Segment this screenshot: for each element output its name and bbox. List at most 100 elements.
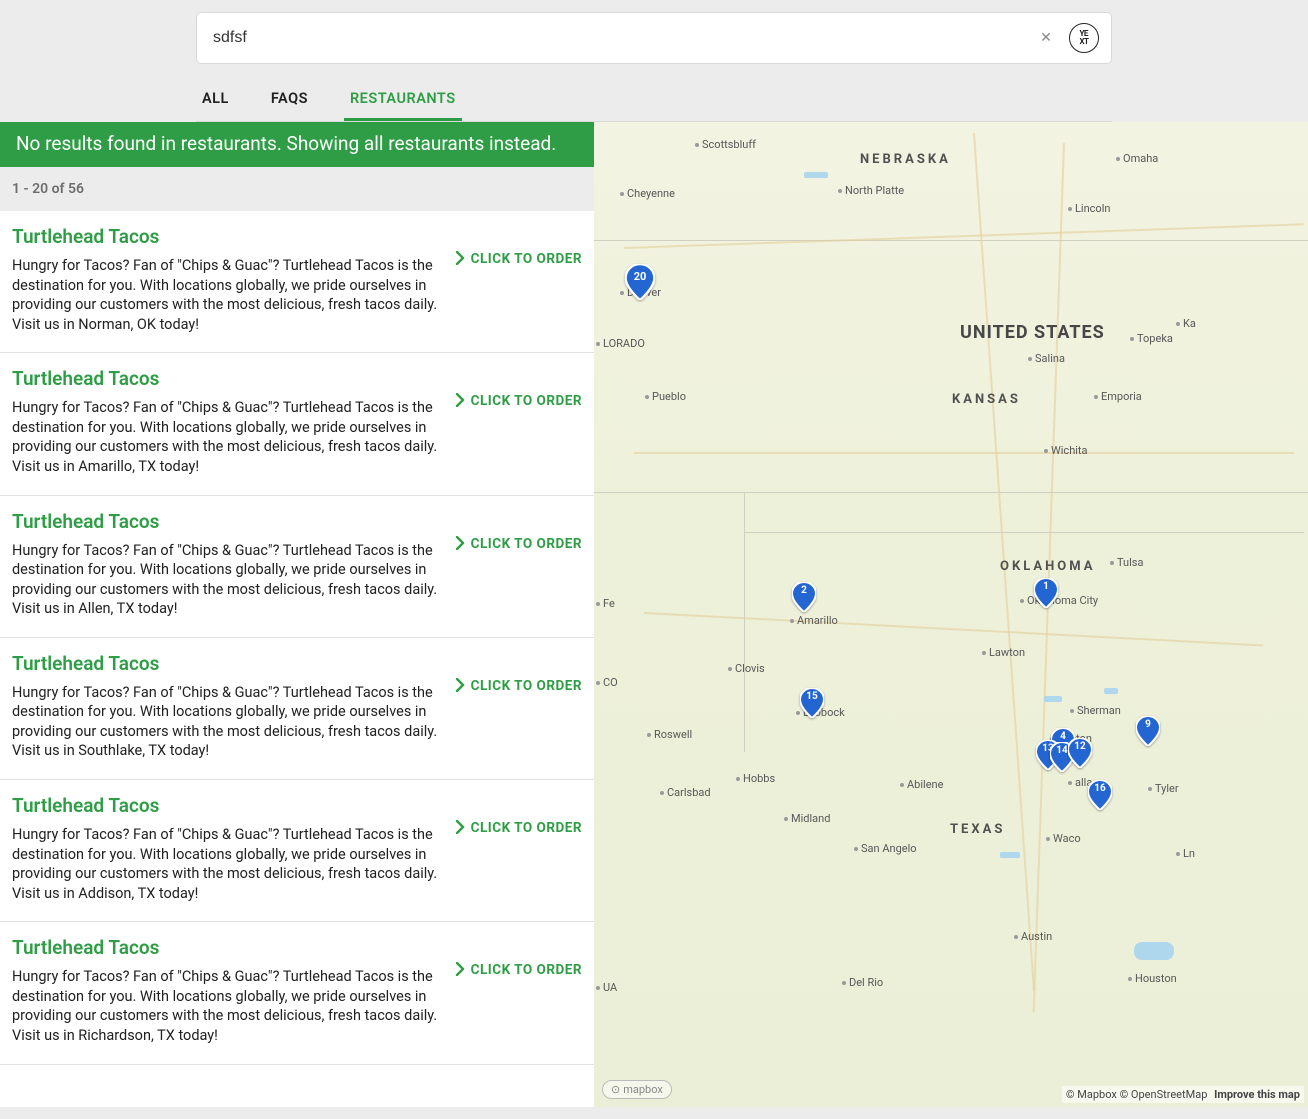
map-city-label: Clovis bbox=[728, 662, 765, 675]
map-city-label: Emporia bbox=[1094, 390, 1142, 403]
result-card: Turtlehead Tacos Hungry for Tacos? Fan of… bbox=[0, 922, 594, 1064]
tab-restaurants[interactable]: RESTAURANTS bbox=[344, 86, 462, 121]
map-city-label: Ln bbox=[1176, 847, 1195, 860]
map-pin-number: 12 bbox=[1068, 741, 1092, 752]
map-pin-number: 9 bbox=[1136, 719, 1160, 730]
click-to-order-link[interactable]: CLICK TO ORDER bbox=[455, 936, 582, 1045]
tab-faqs[interactable]: FAQS bbox=[265, 86, 314, 121]
result-title[interactable]: Turtlehead Tacos bbox=[12, 367, 445, 390]
cta-label: CLICK TO ORDER bbox=[471, 536, 582, 552]
chevron-right-icon bbox=[455, 393, 465, 411]
clear-search-button[interactable]: ✕ bbox=[1037, 29, 1055, 47]
map-attribution: © Mapbox © OpenStreetMap Improve this ma… bbox=[1062, 1086, 1304, 1103]
attrib-mapbox[interactable]: © Mapbox bbox=[1066, 1088, 1117, 1101]
result-card: Turtlehead Tacos Hungry for Tacos? Fan of… bbox=[0, 780, 594, 922]
search-bar: ✕ YEXT bbox=[196, 12, 1112, 64]
click-to-order-link[interactable]: CLICK TO ORDER bbox=[455, 652, 582, 761]
map-city-label: Fe bbox=[596, 597, 615, 610]
map-city-label: Tyler bbox=[1148, 782, 1179, 795]
result-title[interactable]: Turtlehead Tacos bbox=[12, 794, 445, 817]
click-to-order-link[interactable]: CLICK TO ORDER bbox=[455, 367, 582, 476]
result-title[interactable]: Turtlehead Tacos bbox=[12, 652, 445, 675]
search-input[interactable] bbox=[213, 29, 1037, 47]
yext-logo-icon[interactable]: YEXT bbox=[1069, 23, 1099, 53]
improve-map-link[interactable]: Improve this map bbox=[1214, 1088, 1300, 1101]
map-city-label: San Angelo bbox=[854, 842, 917, 855]
map-region-label: United States bbox=[960, 322, 1105, 343]
main: No results found in restaurants. Showing… bbox=[0, 122, 1308, 1107]
map-city-label: North Platte bbox=[838, 184, 904, 197]
chevron-right-icon bbox=[455, 678, 465, 696]
map-city-label: Midland bbox=[784, 812, 830, 825]
click-to-order-link[interactable]: CLICK TO ORDER bbox=[455, 225, 582, 334]
map-city-label: Ka bbox=[1176, 317, 1196, 330]
map-city-label: Tulsa bbox=[1110, 556, 1143, 569]
map-pin-number: 2 bbox=[792, 585, 816, 596]
map-pin[interactable]: 12 bbox=[1068, 738, 1092, 768]
map-region-label: KANSAS bbox=[952, 392, 1021, 407]
cta-label: CLICK TO ORDER bbox=[471, 820, 582, 836]
results-panel: No results found in restaurants. Showing… bbox=[0, 122, 594, 1107]
map-city-label: Del Rio bbox=[842, 976, 883, 989]
result-description: Hungry for Tacos? Fan of "Chips & Guac"?… bbox=[12, 967, 445, 1045]
result-description: Hungry for Tacos? Fan of "Chips & Guac"?… bbox=[12, 541, 445, 619]
result-card: Turtlehead Tacos Hungry for Tacos? Fan of… bbox=[0, 353, 594, 495]
tabs: ALL FAQS RESTAURANTS bbox=[196, 86, 1112, 122]
map-city-label: Lawton bbox=[982, 646, 1025, 659]
map-city-label: Lincoln bbox=[1068, 202, 1110, 215]
cta-label: CLICK TO ORDER bbox=[471, 251, 582, 267]
map-city-label: Omaha bbox=[1116, 152, 1158, 165]
map-city-label: Scottsbluff bbox=[695, 138, 756, 151]
chevron-right-icon bbox=[455, 251, 465, 269]
mapbox-icon: ⊙ bbox=[611, 1083, 620, 1096]
map-city-label: Carlsbad bbox=[660, 786, 711, 799]
click-to-order-link[interactable]: CLICK TO ORDER bbox=[455, 510, 582, 619]
map-pin-number: 16 bbox=[1088, 783, 1112, 794]
result-title[interactable]: Turtlehead Tacos bbox=[12, 225, 445, 248]
result-description: Hungry for Tacos? Fan of "Chips & Guac"?… bbox=[12, 825, 445, 903]
chevron-right-icon bbox=[455, 536, 465, 554]
result-card: Turtlehead Tacos Hungry for Tacos? Fan of… bbox=[0, 211, 594, 353]
map-pin[interactable]: 20 bbox=[625, 264, 655, 300]
map-pin-number: 1 bbox=[1034, 581, 1058, 592]
map-city-label: Wichita bbox=[1044, 444, 1088, 457]
chevron-right-icon bbox=[455, 962, 465, 980]
map-region-label: NEBRASKA bbox=[860, 152, 951, 167]
result-description: Hungry for Tacos? Fan of "Chips & Guac"?… bbox=[12, 683, 445, 761]
result-description: Hungry for Tacos? Fan of "Chips & Guac"?… bbox=[12, 398, 445, 476]
map-region-label: OKLAHOMA bbox=[1000, 559, 1096, 574]
result-count: 1 - 20 of 56 bbox=[0, 167, 594, 211]
result-title[interactable]: Turtlehead Tacos bbox=[12, 936, 445, 959]
map-pin[interactable]: 1 bbox=[1034, 578, 1058, 608]
map-city-label: Hobbs bbox=[736, 772, 775, 785]
map-pin-number: 15 bbox=[800, 691, 824, 702]
map-city-label: Amarillo bbox=[790, 614, 838, 627]
tab-all[interactable]: ALL bbox=[196, 86, 235, 121]
result-title[interactable]: Turtlehead Tacos bbox=[12, 510, 445, 533]
map-city-label: Austin bbox=[1014, 930, 1052, 943]
result-description: Hungry for Tacos? Fan of "Chips & Guac"?… bbox=[12, 256, 445, 334]
map-city-label: Waco bbox=[1046, 832, 1081, 845]
map-pin-number: 20 bbox=[625, 270, 655, 283]
result-card: Turtlehead Tacos Hungry for Tacos? Fan of… bbox=[0, 496, 594, 638]
map-panel[interactable]: NEBRASKA United States KANSAS OKLAHOMA TEXAS… bbox=[594, 122, 1308, 1107]
click-to-order-link[interactable]: CLICK TO ORDER bbox=[455, 794, 582, 903]
map-pin[interactable]: 9 bbox=[1136, 716, 1160, 746]
map-region-label: TEXAS bbox=[950, 822, 1005, 837]
map-city-label: UA bbox=[596, 981, 617, 994]
map-pin[interactable]: 16 bbox=[1088, 780, 1112, 810]
no-results-banner: No results found in restaurants. Showing… bbox=[0, 122, 594, 167]
map-pin[interactable]: 15 bbox=[800, 688, 824, 718]
mapbox-logo[interactable]: ⊙ mapbox bbox=[602, 1080, 672, 1099]
map-city-label: LORADO bbox=[596, 337, 645, 350]
map-city-label: CO bbox=[596, 676, 618, 689]
header: ✕ YEXT ALL FAQS RESTAURANTS bbox=[196, 12, 1112, 122]
cta-label: CLICK TO ORDER bbox=[471, 962, 582, 978]
results-list: Turtlehead Tacos Hungry for Tacos? Fan of… bbox=[0, 211, 594, 1107]
result-card: Turtlehead Tacos Hungry for Tacos? Fan of… bbox=[0, 638, 594, 780]
attrib-osm[interactable]: © OpenStreetMap bbox=[1120, 1088, 1208, 1101]
map-city-label: Pueblo bbox=[645, 390, 686, 403]
mapbox-logo-label: mapbox bbox=[623, 1083, 663, 1096]
map-pin[interactable]: 2 bbox=[792, 582, 816, 612]
map-city-label: Salina bbox=[1028, 352, 1065, 365]
